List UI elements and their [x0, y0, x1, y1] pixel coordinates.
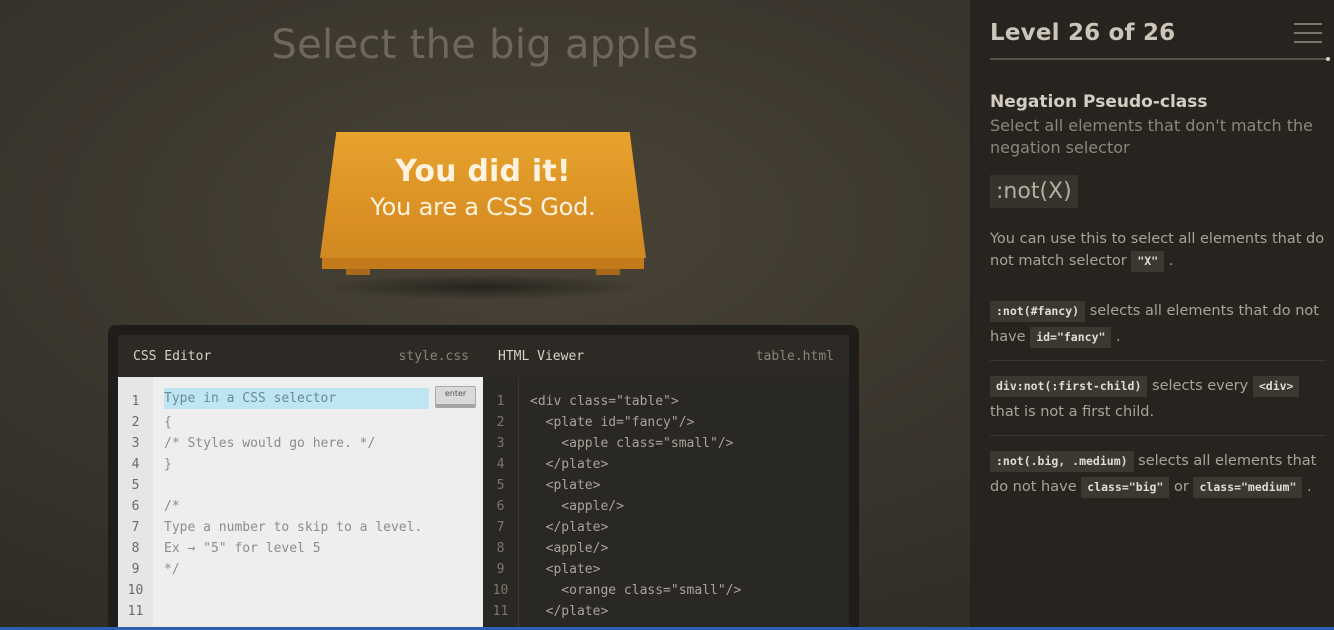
- css-code-area[interactable]: enter { /* Styles would go here. */ } /*…: [153, 377, 484, 630]
- example-item: :not(.big, .medium) selects all elements…: [990, 436, 1326, 510]
- css-editor-header: CSS Editor style.css: [118, 335, 484, 377]
- main-area: Select the big apples You did it! You ar…: [0, 0, 970, 630]
- code-line: Ex → "5" for level 5: [164, 541, 321, 556]
- css-editor-pane: CSS Editor style.css 1 2 3 4 5 6 7 8 9 1…: [118, 335, 484, 630]
- html-code-area[interactable]: <div class="table"> <plate id="fancy"/> …: [518, 377, 849, 630]
- example-item: :not(#fancy) selects all elements that d…: [990, 298, 1326, 361]
- line-number: 9: [496, 562, 505, 577]
- enter-button[interactable]: enter: [435, 386, 476, 408]
- line-number: 8: [131, 541, 140, 556]
- markup-line[interactable]: <apple/>: [519, 496, 849, 517]
- line-number: 10: [127, 583, 144, 598]
- line-number: 6: [496, 499, 505, 514]
- line-number: 4: [131, 457, 140, 472]
- html-file-name: table.html: [755, 348, 834, 364]
- selector-hint: You can use this to select all elements …: [990, 228, 1326, 272]
- code-line: Type a number to skip to a level.: [164, 520, 423, 535]
- html-viewer-pane: HTML Viewer table.html 1 2 3 4 5 6 7 8 9…: [483, 335, 849, 630]
- code-line: {: [164, 415, 172, 430]
- line-number: 3: [496, 436, 505, 451]
- line-number: 5: [131, 478, 140, 493]
- level-description: Negation Pseudo-class Select all element…: [990, 92, 1326, 510]
- table-shadow: [320, 274, 646, 300]
- code-line: */: [164, 562, 180, 577]
- code-line: }: [164, 457, 172, 472]
- win-line-2: You are a CSS God.: [370, 193, 596, 221]
- examples: :not(#fancy) selects all elements that d…: [990, 298, 1326, 510]
- table-leg-left: [346, 269, 370, 275]
- markup-line[interactable]: <plate id="fancy"/>: [519, 412, 849, 433]
- example-code: id="fancy": [1030, 327, 1112, 348]
- example-text: that is not a first child.: [990, 404, 1155, 420]
- sidebar: Level 26 of 26 Negation Pseudo-class Sel…: [970, 0, 1334, 630]
- line-number: 11: [127, 604, 144, 619]
- line-number: 11: [492, 604, 509, 619]
- hint-code: "X": [1131, 251, 1165, 272]
- line-number: 4: [496, 457, 505, 472]
- example-code: div:not(:first-child): [990, 376, 1148, 397]
- table-edge: [322, 258, 644, 269]
- html-viewer-title: HTML Viewer: [498, 348, 585, 364]
- line-number: 1: [131, 394, 140, 409]
- line-number: 1: [496, 394, 505, 409]
- win-message: You did it! You are a CSS God.: [320, 154, 646, 221]
- hint-text-end: .: [1168, 253, 1174, 269]
- example-item: div:not(:first-child) selects every <div…: [990, 361, 1326, 436]
- markup-line[interactable]: </plate>: [519, 517, 849, 538]
- table: You did it! You are a CSS God.: [320, 132, 646, 302]
- html-viewer-header: HTML Viewer table.html: [483, 335, 849, 377]
- markup-line[interactable]: <plate>: [519, 559, 849, 580]
- line-number: 7: [496, 520, 505, 535]
- line-number: 10: [492, 583, 509, 598]
- selector-syntax: :not(X): [990, 175, 1078, 208]
- example-text: or: [1174, 479, 1189, 495]
- line-number: 9: [131, 562, 140, 577]
- code-line: /* Styles would go here. */: [164, 436, 376, 451]
- win-line-1: You did it!: [395, 154, 571, 189]
- selector-name: Negation Pseudo-class: [990, 92, 1208, 112]
- editor: CSS Editor style.css 1 2 3 4 5 6 7 8 9 1…: [108, 325, 859, 630]
- markup-line[interactable]: </plate>: [519, 454, 849, 475]
- table-leg-right: [596, 269, 620, 275]
- css-file-name: style.css: [398, 348, 469, 364]
- line-number: 5: [496, 478, 505, 493]
- level-indicator[interactable]: Level 26 of 26: [990, 20, 1175, 46]
- level-progress-dot: [1326, 57, 1330, 61]
- example-text: .: [1307, 479, 1312, 495]
- example-code: class="big": [1081, 477, 1170, 498]
- code-line: /*: [164, 499, 180, 514]
- markup-line[interactable]: <apple/>: [519, 538, 849, 559]
- markup-line[interactable]: <orange class="small"/>: [519, 580, 849, 601]
- level-header: Level 26 of 26: [990, 20, 1330, 61]
- markup-line[interactable]: <apple class="small"/>: [519, 433, 849, 454]
- example-code: :not(#fancy): [990, 301, 1086, 322]
- example-text: .: [1116, 329, 1121, 345]
- css-editor-title: CSS Editor: [133, 348, 212, 364]
- markup-line[interactable]: </plate>: [519, 601, 849, 622]
- markup-line[interactable]: <div class="table">: [519, 391, 849, 412]
- line-number: 2: [131, 415, 140, 430]
- line-number: 7: [131, 520, 140, 535]
- html-line-numbers: 1 2 3 4 5 6 7 8 9 10 11: [483, 377, 518, 630]
- css-line-numbers: 1 2 3 4 5 6 7 8 9 10 11: [118, 377, 153, 630]
- example-text: selects every: [1152, 378, 1249, 394]
- example-code: class="medium": [1193, 477, 1303, 498]
- markup-line[interactable]: <plate>: [519, 475, 849, 496]
- line-number: 3: [131, 436, 140, 451]
- selector-title: Select all elements that don't match the…: [990, 116, 1313, 157]
- line-number: 6: [131, 499, 140, 514]
- example-code: <div>: [1252, 376, 1300, 397]
- css-selector-input[interactable]: [164, 388, 429, 409]
- menu-icon[interactable]: [1294, 23, 1322, 45]
- example-code: :not(.big, .medium): [990, 451, 1134, 472]
- line-number: 2: [496, 415, 505, 430]
- order-title: Select the big apples: [271, 22, 699, 68]
- line-number: 8: [496, 541, 505, 556]
